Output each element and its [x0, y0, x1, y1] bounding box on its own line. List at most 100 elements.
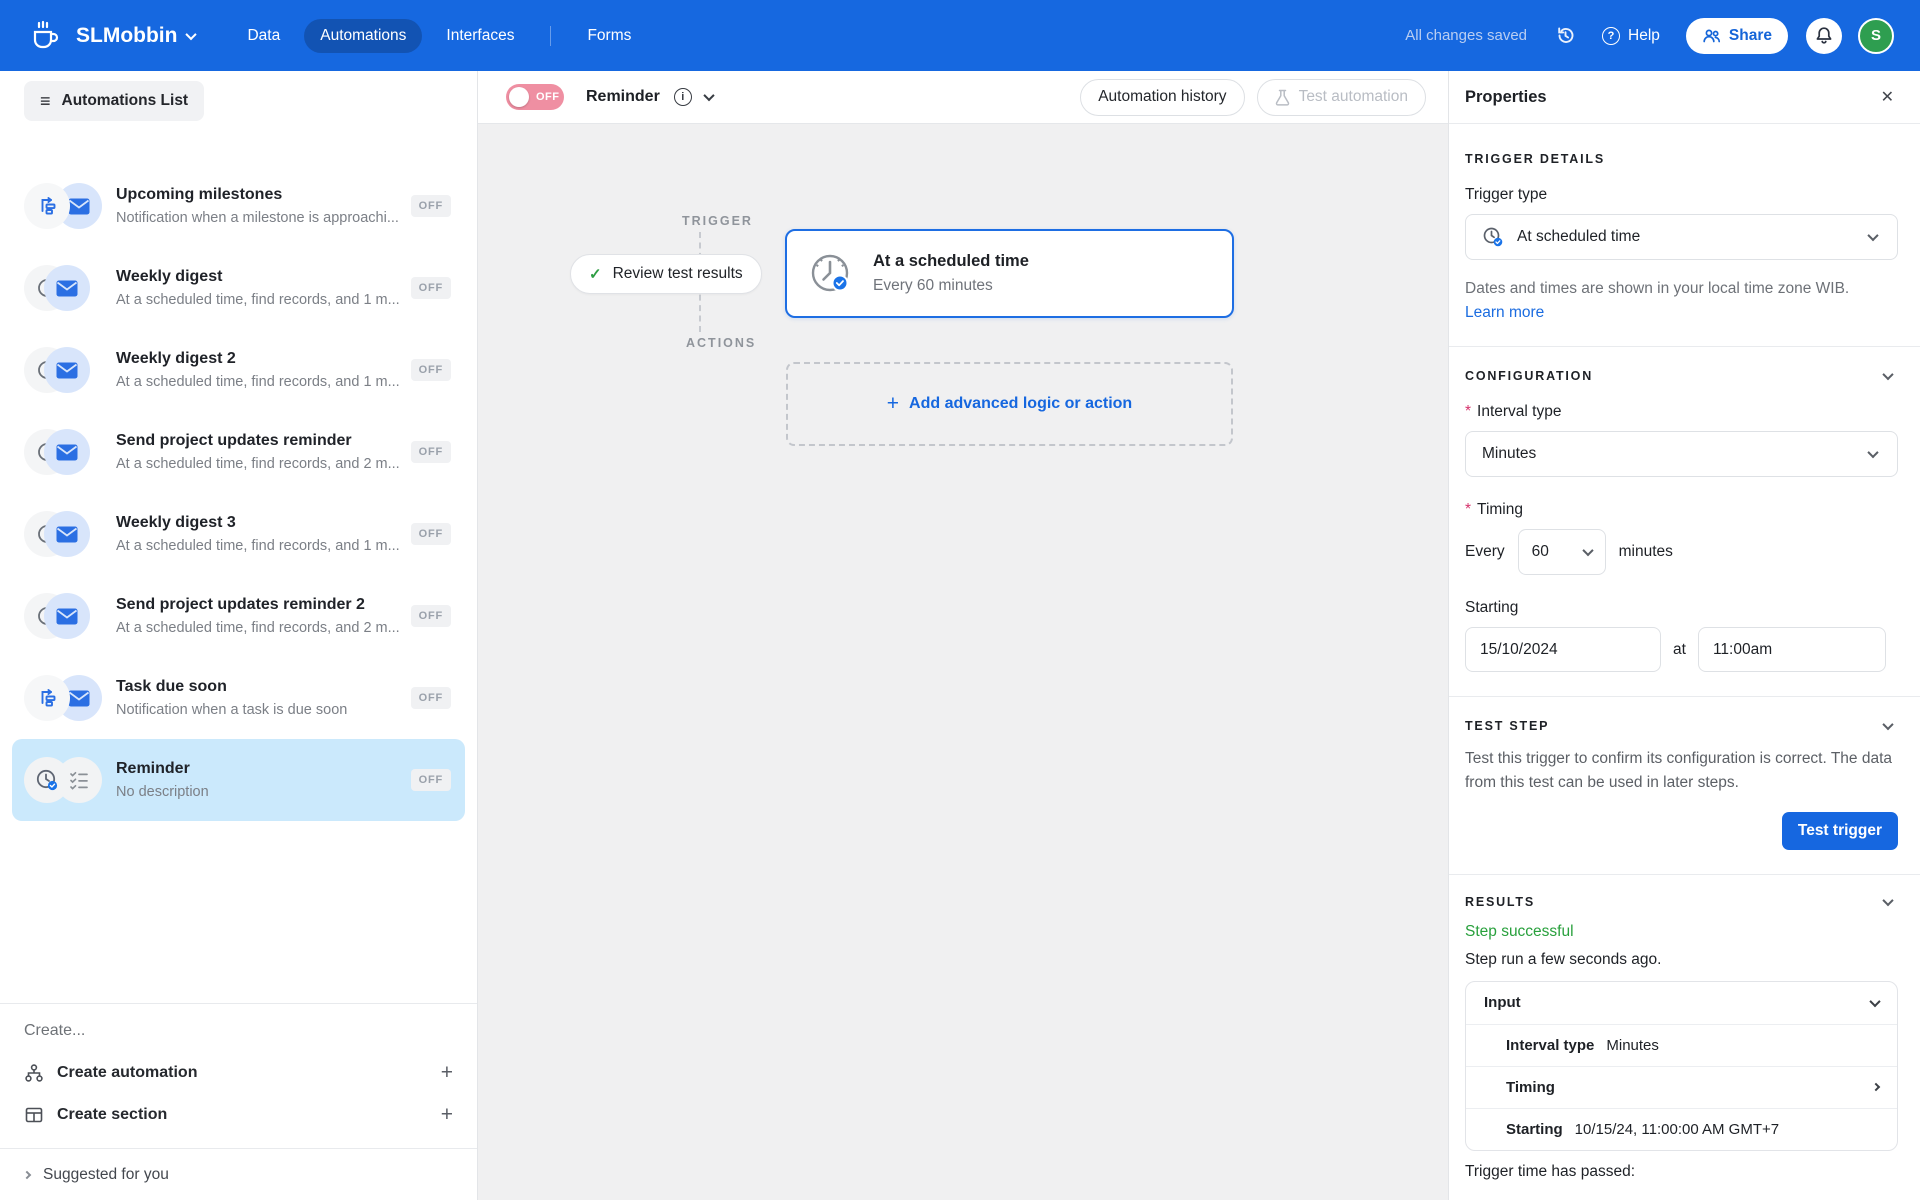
flow-canvas: TRIGGER ✓ Review test results At a sched…: [478, 124, 1448, 1200]
divider: [1449, 873, 1920, 875]
flowchart-icon: [24, 183, 70, 229]
review-test-results-button[interactable]: ✓ Review test results: [570, 254, 762, 294]
notifications-button[interactable]: [1806, 17, 1842, 54]
envelope-icon: [44, 511, 90, 557]
create-automation-button[interactable]: Create automation +: [24, 1052, 453, 1094]
canvas-header: OFF Reminder i Automation history Test a…: [478, 71, 1448, 124]
automation-title: Send project updates reminder 2: [116, 596, 365, 613]
status-badge: OFF: [410, 605, 451, 627]
result-row-interval-type: Interval type Minutes: [1466, 1023, 1897, 1066]
automation-enabled-toggle[interactable]: OFF: [506, 84, 564, 110]
add-action-button[interactable]: + Add advanced logic or action: [786, 362, 1233, 446]
automations-list-button[interactable]: ≡ Automations List: [24, 81, 205, 121]
automation-title: Weekly digest 2: [116, 350, 236, 367]
trigger-type-label: Trigger type: [1465, 186, 1548, 203]
share-button[interactable]: Share: [1685, 17, 1788, 54]
automation-item[interactable]: Weekly digest 3 At a scheduled time, fin…: [12, 493, 465, 575]
help-button[interactable]: ? Help: [1602, 26, 1660, 45]
tab-automations[interactable]: Automations: [304, 18, 423, 53]
tab-data[interactable]: Data: [231, 19, 296, 53]
envelope-icon: [44, 347, 90, 393]
automation-title: Weekly digest: [116, 268, 223, 285]
collapse-chevron-icon[interactable]: [1882, 719, 1894, 731]
automation-history-button[interactable]: Automation history: [1080, 78, 1245, 116]
clock-check-icon: [24, 757, 70, 803]
trigger-details-header: TRIGGER DETAILS: [1465, 152, 1605, 166]
close-icon[interactable]: ✕: [1881, 87, 1894, 107]
toggle-knob: [509, 87, 529, 107]
input-card-header[interactable]: Input: [1466, 982, 1897, 1024]
starting-label: Starting: [1465, 599, 1519, 617]
chevron-down-icon: [1867, 229, 1879, 242]
bell-icon: [1816, 27, 1832, 44]
minutes-unit-label: minutes: [1618, 543, 1673, 561]
toggle-label: OFF: [536, 91, 560, 103]
trigger-type-select[interactable]: At scheduled time: [1465, 214, 1898, 260]
chevron-down-icon: [1869, 995, 1881, 1008]
chevron-down-icon: [1581, 545, 1594, 557]
result-row-timing[interactable]: Timing: [1466, 1065, 1897, 1108]
automation-item[interactable]: Send project updates reminder 2 At a sch…: [12, 575, 465, 657]
question-icon: ?: [1602, 26, 1621, 45]
automation-title: Weekly digest 3: [116, 514, 236, 531]
history-icon[interactable]: [1555, 25, 1576, 46]
results-input-card: Input Interval type Minutes Timing Start…: [1465, 980, 1898, 1151]
properties-title: Properties: [1465, 87, 1547, 106]
status-badge: OFF: [410, 441, 451, 463]
automation-item-selected[interactable]: Reminder No description OFF: [12, 739, 465, 821]
trigger-card[interactable]: At a scheduled time Every 60 minutes: [785, 229, 1234, 318]
create-automation-label: Create automation: [57, 1064, 198, 1081]
chevron-right-icon: [1871, 1083, 1881, 1092]
start-date-input[interactable]: [1465, 627, 1661, 673]
plus-icon: +: [440, 1061, 453, 1084]
flowchart-icon: [24, 675, 70, 721]
envelope-icon: [44, 265, 90, 311]
test-step-description: Test this trigger to confirm its configu…: [1465, 750, 1893, 791]
table-icon: [25, 1107, 43, 1123]
divider: [1449, 123, 1920, 124]
input-label: Input: [1484, 994, 1521, 1012]
automation-title: Task due soon: [116, 678, 227, 695]
interval-type-value: Minutes: [1482, 445, 1537, 463]
automation-desc: At a scheduled time, find records, and 1…: [116, 292, 400, 308]
automation-item[interactable]: Weekly digest At a scheduled time, find …: [12, 247, 465, 329]
info-icon[interactable]: i: [673, 88, 692, 106]
automation-title: Reminder: [116, 760, 190, 777]
every-value: 60: [1531, 543, 1549, 561]
automation-item[interactable]: Upcoming milestones Notification when a …: [12, 165, 465, 247]
app-name: SLMobbin: [76, 23, 178, 47]
org-chart-icon: [25, 1064, 43, 1082]
scheduled-clock-icon: [811, 254, 849, 291]
chevron-down-icon[interactable]: [703, 88, 715, 106]
top-nav: SLMobbin Data Automations Interfaces For…: [0, 0, 1920, 71]
test-trigger-button[interactable]: Test trigger: [1781, 811, 1898, 850]
start-time-input[interactable]: [1697, 627, 1886, 673]
automation-item[interactable]: Send project updates reminder At a sched…: [12, 411, 465, 493]
suggested-for-you-toggle[interactable]: Suggested for you: [0, 1149, 477, 1200]
configuration-header: CONFIGURATION: [1465, 369, 1594, 384]
collapse-chevron-icon[interactable]: [1882, 369, 1894, 381]
automation-item[interactable]: Weekly digest 2 At a scheduled time, fin…: [12, 329, 465, 411]
save-status: All changes saved: [1405, 27, 1528, 44]
divider: [1449, 346, 1920, 348]
tab-forms[interactable]: Forms: [571, 19, 647, 53]
chevron-right-icon: [22, 1170, 32, 1180]
learn-more-link[interactable]: Learn more: [1465, 304, 1544, 322]
trigger-card-subtitle: Every 60 minutes: [873, 277, 993, 294]
test-automation-button[interactable]: Test automation: [1256, 78, 1426, 116]
avatar[interactable]: S: [1858, 17, 1894, 54]
app-name-menu[interactable]: SLMobbin: [76, 23, 198, 48]
status-badge: OFF: [410, 359, 451, 381]
tab-interfaces[interactable]: Interfaces: [430, 19, 530, 53]
collapse-chevron-icon[interactable]: [1882, 894, 1894, 907]
help-label: Help: [1628, 26, 1660, 44]
divider: [1449, 696, 1920, 698]
create-section-button[interactable]: Create section +: [24, 1094, 453, 1136]
check-icon: ✓: [589, 266, 602, 283]
flask-icon: [1275, 89, 1289, 106]
share-label: Share: [1728, 26, 1772, 44]
every-value-select[interactable]: 60: [1517, 529, 1606, 576]
automation-item[interactable]: Task due soon Notification when a task i…: [12, 657, 465, 739]
trigger-card-title: At a scheduled time: [873, 252, 1029, 270]
interval-type-select[interactable]: Minutes: [1465, 431, 1898, 478]
